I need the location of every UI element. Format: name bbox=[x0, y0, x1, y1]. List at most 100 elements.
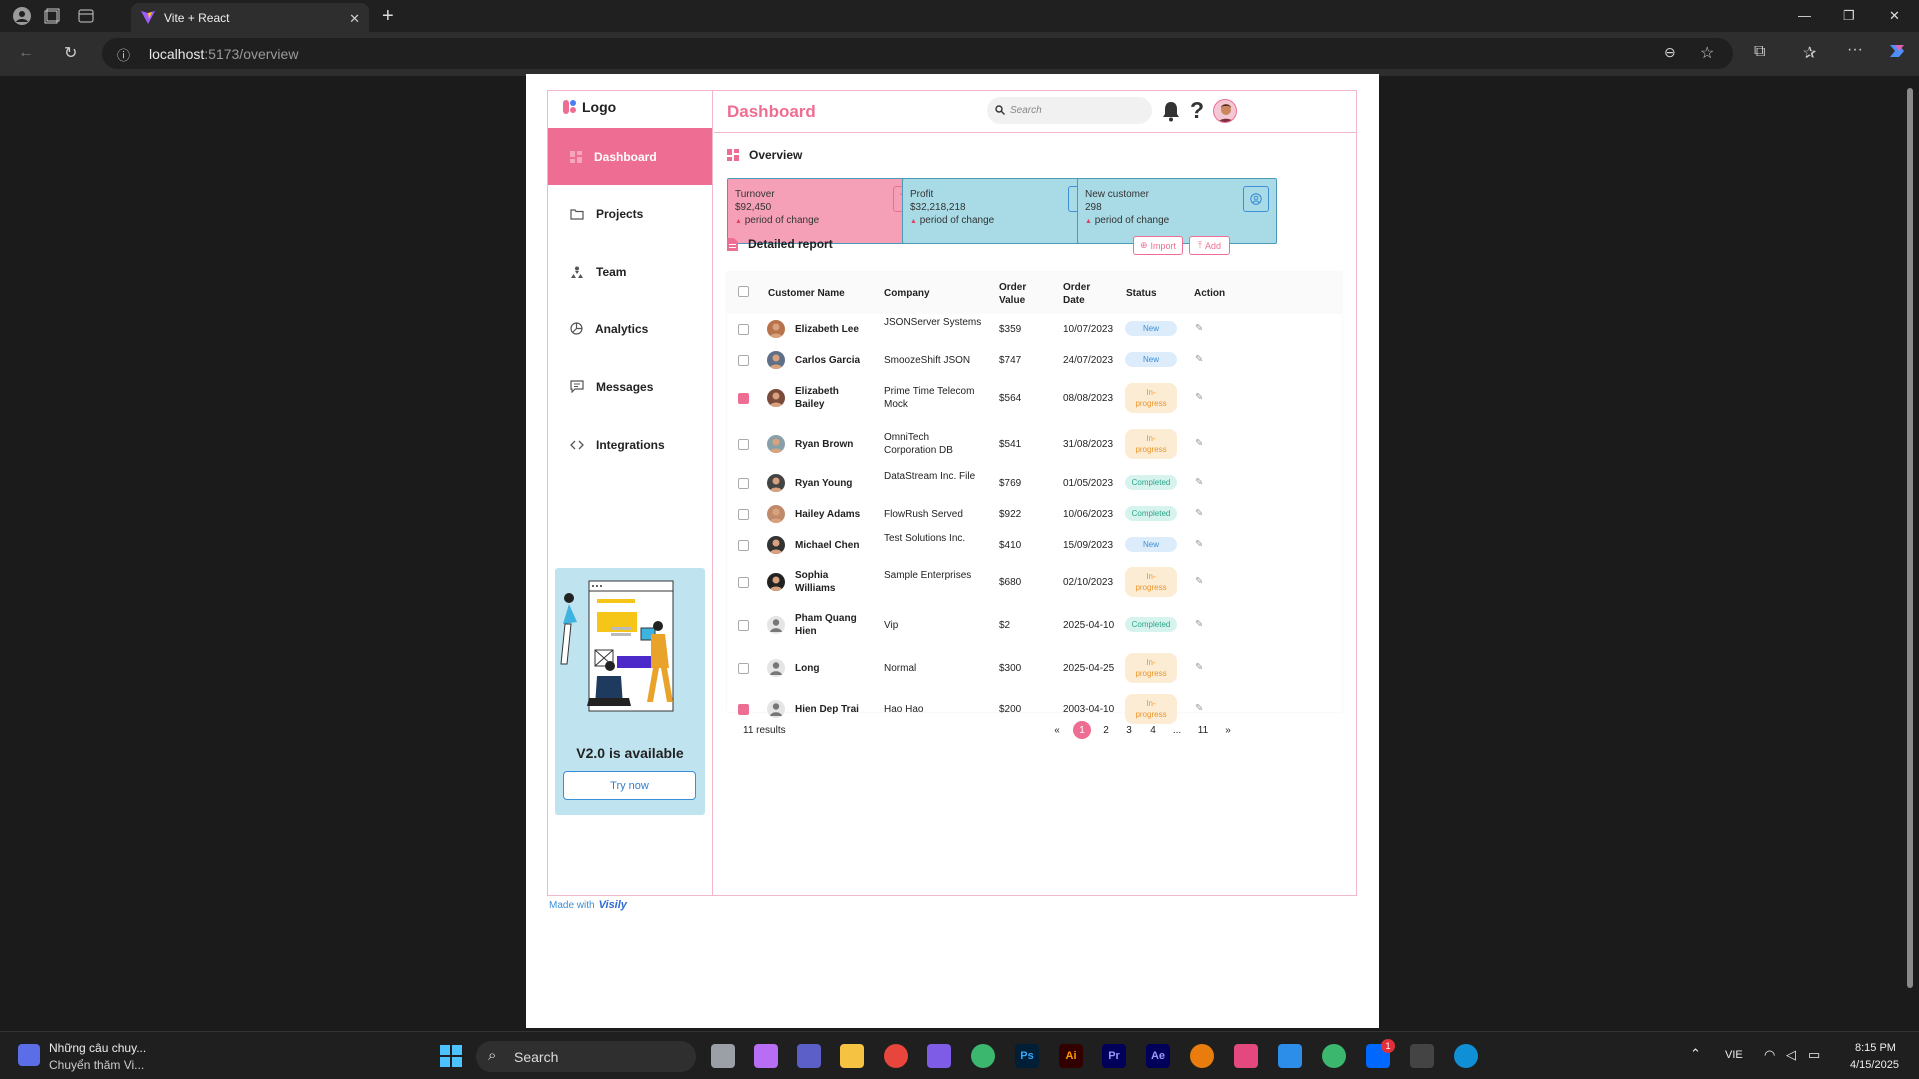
table-row[interactable]: Long Normal $300 2025-04-25 In-progress ✎ bbox=[727, 647, 1342, 688]
row-checkbox[interactable] bbox=[738, 324, 749, 335]
table-row[interactable]: Carlos Garcia SmoozeShift JSON $747 24/07/2… bbox=[727, 344, 1342, 375]
sidebar-item-projects[interactable]: Projects bbox=[548, 185, 712, 242]
taskbar-search[interactable]: ⌕ Search bbox=[476, 1041, 696, 1072]
edit-icon[interactable]: ✎ bbox=[1195, 539, 1203, 550]
close-window-icon[interactable]: ✕ bbox=[1889, 8, 1900, 24]
table-row[interactable]: Ryan Young DataStream Inc. File $769 01/05/… bbox=[727, 467, 1342, 499]
page-button[interactable]: 1 bbox=[1073, 721, 1091, 739]
help-icon[interactable]: ? bbox=[1190, 97, 1204, 124]
language-indicator[interactable]: VIE bbox=[1725, 1049, 1743, 1061]
premiere-icon[interactable]: Pr bbox=[1102, 1044, 1126, 1068]
page-button[interactable]: 3 bbox=[1120, 721, 1138, 739]
news-title[interactable]: Những câu chuy... bbox=[49, 1041, 146, 1055]
edit-icon[interactable]: ✎ bbox=[1195, 438, 1203, 449]
search-input[interactable]: Search bbox=[987, 97, 1152, 124]
start-icon[interactable] bbox=[440, 1045, 462, 1067]
after-effects-icon[interactable]: Ae bbox=[1146, 1044, 1170, 1068]
minimize-icon[interactable]: — bbox=[1798, 8, 1811, 23]
favorite-star-icon[interactable]: ☆ bbox=[1700, 43, 1714, 63]
scrollbar-thumb[interactable] bbox=[1907, 88, 1913, 988]
chevron-up-icon[interactable]: ⌃ bbox=[1690, 1046, 1701, 1062]
favorites-icon[interactable]: ✰ bbox=[1803, 43, 1816, 63]
turnover-card[interactable]: Turnover $92,450 ▲ period of change bbox=[727, 178, 927, 244]
row-checkbox[interactable] bbox=[738, 704, 749, 715]
row-checkbox[interactable] bbox=[738, 539, 749, 551]
row-checkbox[interactable] bbox=[738, 662, 749, 674]
profit-card[interactable]: Profit $32,218,218 ▲ period of change $ bbox=[902, 178, 1102, 244]
terminal-icon[interactable] bbox=[1410, 1044, 1434, 1068]
made-with-footer[interactable]: Made with Visily bbox=[549, 899, 627, 911]
chrome-icon[interactable] bbox=[884, 1044, 908, 1068]
prev-page-button[interactable]: « bbox=[1048, 721, 1066, 739]
new-customer-card[interactable]: New customer 298 ▲ period of change bbox=[1077, 178, 1277, 244]
restore-icon[interactable]: ❐ bbox=[1843, 8, 1855, 24]
table-row[interactable]: Hailey Adams FlowRush Served $922 10/06/202… bbox=[727, 499, 1342, 529]
more-icon[interactable]: ··· bbox=[1847, 41, 1863, 59]
bell-icon[interactable] bbox=[1161, 100, 1181, 122]
edit-icon[interactable]: ✎ bbox=[1195, 508, 1203, 519]
app-icon[interactable] bbox=[1322, 1044, 1346, 1068]
browser-tab[interactable]: Vite + React ✕ bbox=[131, 3, 369, 32]
wifi-icon[interactable]: ◠ bbox=[1764, 1047, 1775, 1063]
edit-icon[interactable]: ✎ bbox=[1195, 392, 1203, 403]
profile-icon[interactable] bbox=[12, 6, 32, 26]
copilot-icon[interactable] bbox=[1887, 41, 1907, 61]
select-all-checkbox[interactable] bbox=[738, 286, 749, 297]
extensions-icon[interactable]: ⧉ bbox=[1754, 43, 1765, 61]
blender-icon[interactable] bbox=[1190, 1044, 1214, 1068]
zoom-icon[interactable]: ⊖ bbox=[1664, 44, 1676, 61]
clock-date[interactable]: 4/15/2025 bbox=[1850, 1059, 1899, 1071]
task-view-icon[interactable] bbox=[711, 1044, 735, 1068]
teams-icon[interactable] bbox=[797, 1044, 821, 1068]
add-button[interactable]: ⤒ Add bbox=[1189, 236, 1230, 255]
edge-icon[interactable] bbox=[1454, 1044, 1478, 1068]
column-header[interactable]: Status bbox=[1126, 287, 1157, 300]
file-explorer-icon[interactable] bbox=[840, 1044, 864, 1068]
clock-time[interactable]: 8:15 PM bbox=[1855, 1042, 1896, 1054]
table-row[interactable]: Elizabeth Bailey Prime Time Telecom Mock $… bbox=[727, 375, 1342, 420]
column-header[interactable]: Order Value bbox=[999, 281, 1039, 307]
page-scrollbar[interactable] bbox=[1903, 76, 1917, 1028]
close-tab-icon[interactable]: ✕ bbox=[349, 11, 360, 27]
table-row[interactable]: Sophia Williams Sample Enterprises $680 02/… bbox=[727, 560, 1342, 603]
avatar[interactable] bbox=[1213, 99, 1237, 123]
table-row[interactable]: Ryan Brown OmniTech Corporation DB $541 31/… bbox=[727, 420, 1342, 467]
edit-icon[interactable]: ✎ bbox=[1195, 477, 1203, 488]
edit-icon[interactable]: ✎ bbox=[1195, 662, 1203, 673]
row-checkbox[interactable] bbox=[738, 509, 749, 520]
refresh-icon[interactable]: ↻ bbox=[64, 43, 77, 63]
edit-icon[interactable]: ✎ bbox=[1195, 576, 1203, 587]
sidebar-item-dashboard[interactable]: Dashboard bbox=[548, 128, 712, 185]
sidebar-item-analytics[interactable]: Analytics bbox=[548, 300, 712, 357]
next-page-button[interactable]: » bbox=[1219, 721, 1237, 739]
app-icon[interactable] bbox=[971, 1044, 995, 1068]
table-row[interactable]: Michael Chen Test Solutions Inc. $410 15/09… bbox=[727, 529, 1342, 560]
sidebar-item-team[interactable]: Team bbox=[548, 243, 712, 300]
app-icon[interactable] bbox=[1234, 1044, 1258, 1068]
info-icon[interactable]: ⓘ bbox=[117, 45, 130, 64]
sidebar-item-messages[interactable]: Messages bbox=[548, 358, 712, 415]
row-checkbox[interactable] bbox=[738, 354, 749, 366]
column-header[interactable]: Customer Name bbox=[768, 287, 845, 300]
page-button[interactable]: 2 bbox=[1097, 721, 1115, 739]
row-checkbox[interactable] bbox=[738, 576, 749, 588]
copilot-app-icon[interactable] bbox=[754, 1044, 778, 1068]
import-button[interactable]: ⊕ Import bbox=[1133, 236, 1183, 255]
column-header[interactable]: Order Date bbox=[1063, 281, 1103, 307]
back-icon[interactable]: ← bbox=[18, 44, 34, 62]
page-button[interactable]: 11 bbox=[1194, 721, 1212, 739]
tab-actions-icon[interactable] bbox=[76, 6, 96, 26]
row-checkbox[interactable] bbox=[738, 478, 749, 489]
try-now-button[interactable]: Try now bbox=[563, 771, 696, 800]
vscode-icon[interactable] bbox=[1278, 1044, 1302, 1068]
table-row[interactable]: Pham Quang Hien Vip $2 2025-04-10 Completed ✎ bbox=[727, 603, 1342, 647]
sidebar-item-integrations[interactable]: Integrations bbox=[548, 416, 712, 473]
app-icon[interactable] bbox=[927, 1044, 951, 1068]
illustrator-icon[interactable]: Ai bbox=[1059, 1044, 1083, 1068]
news-widget-icon[interactable] bbox=[18, 1044, 40, 1066]
logo[interactable]: Logo bbox=[562, 99, 616, 115]
page-button[interactable]: 4 bbox=[1144, 721, 1162, 739]
row-checkbox[interactable] bbox=[738, 438, 749, 450]
edit-icon[interactable]: ✎ bbox=[1195, 619, 1203, 630]
edit-icon[interactable]: ✎ bbox=[1195, 354, 1203, 365]
